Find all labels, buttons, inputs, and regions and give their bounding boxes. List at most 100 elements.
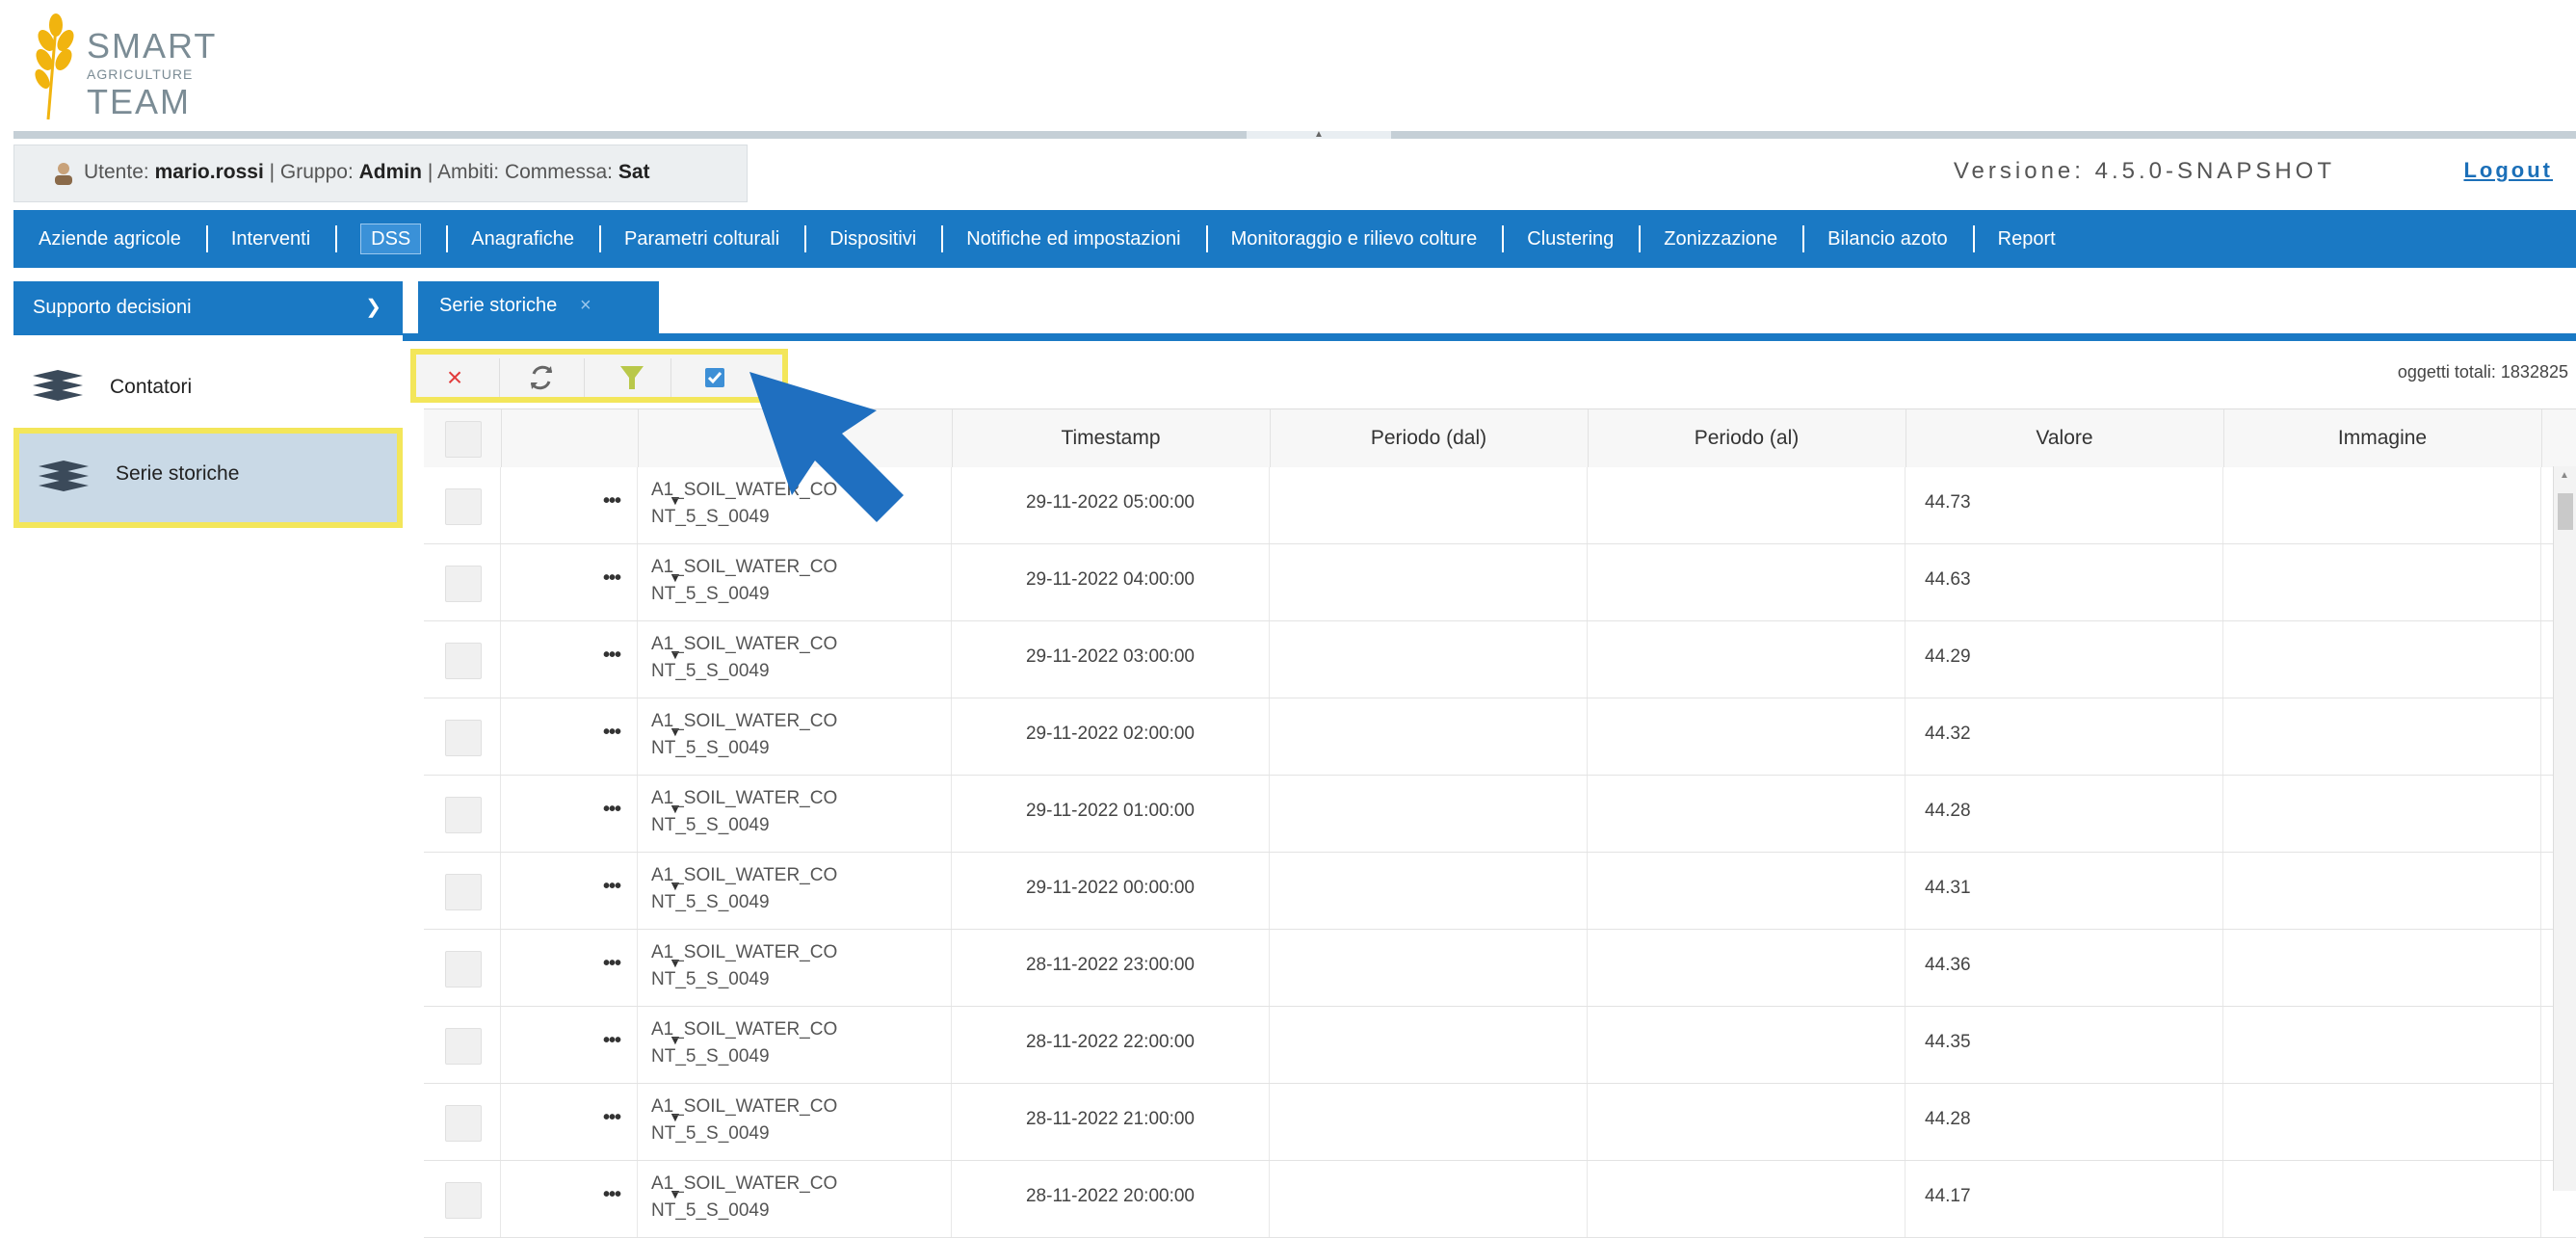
table-row[interactable]: ••• ▼ A1_SOIL_WATER_CONT_5_S_0049 28-11-202… — [424, 1161, 2576, 1238]
nav-notifiche[interactable]: Notifiche ed impostazioni — [941, 210, 1205, 268]
table-row[interactable]: ••• ▼ A1_SOIL_WATER_CONT_5_S_0049 28-11-202… — [424, 930, 2576, 1007]
vertical-scrollbar[interactable]: ▲ — [2553, 466, 2576, 1191]
row-checkbox[interactable] — [445, 1105, 482, 1142]
timestamp-text: 29-11-2022 00:00:00 — [1025, 878, 1196, 898]
row-checkbox[interactable] — [445, 797, 482, 833]
total-objects: oggetti totali: 1832825 — [2397, 362, 2568, 382]
user-icon — [55, 163, 72, 185]
more-actions-icon[interactable]: ••• — [603, 645, 621, 667]
nav-zonizzazione[interactable]: Zonizzazione — [1639, 210, 1802, 268]
nav-clustering[interactable]: Clustering — [1502, 210, 1639, 268]
row-checkbox[interactable] — [445, 720, 482, 756]
sidebar-header-label: Supporto decisioni — [33, 297, 192, 318]
cell-timestamp: 29-11-2022 05:00:00 — [952, 467, 1270, 543]
cell-periodo-dal — [1270, 698, 1588, 775]
nav-dss[interactable]: DSS — [335, 210, 446, 268]
checkbox-icon[interactable] — [696, 362, 734, 393]
header-periodo-al[interactable]: Periodo (al) — [1588, 409, 1906, 467]
cell-select — [424, 853, 501, 929]
timestamp-text: 29-11-2022 05:00:00 — [1025, 492, 1196, 513]
nav-interventi[interactable]: Interventi — [205, 210, 335, 268]
cell-code: A1_SOIL_WATER_CONT_5_S_0049 — [638, 930, 952, 1006]
sidebar-header[interactable]: Supporto decisioni ❯ — [13, 281, 403, 335]
sidebar-item-label: Serie storiche — [116, 462, 240, 485]
row-checkbox[interactable] — [445, 1028, 482, 1065]
logout-link[interactable]: Logout — [2463, 158, 2553, 183]
filter-icon[interactable] — [613, 362, 651, 393]
valore-text: 44.32 — [1925, 724, 1971, 744]
nav-parametri-colturali[interactable]: Parametri colturali — [599, 210, 804, 268]
cell-actions: ••• ▼ — [501, 621, 682, 698]
refresh-icon[interactable] — [522, 362, 561, 393]
row-checkbox[interactable] — [445, 874, 482, 910]
delete-icon[interactable]: × — [435, 362, 474, 393]
nav-bilancio-azoto[interactable]: Bilancio azoto — [1802, 210, 1973, 268]
header-valore[interactable]: Valore — [1906, 409, 2224, 467]
more-actions-icon[interactable]: ••• — [603, 1107, 621, 1129]
user-info-text: Utente: mario.rossi | Gruppo: Admin | Am… — [84, 161, 650, 184]
more-actions-icon[interactable]: ••• — [603, 1184, 621, 1206]
more-actions-icon[interactable]: ••• — [603, 490, 621, 513]
cell-periodo-al — [1588, 698, 1906, 775]
scroll-up-icon[interactable]: ▲ — [2560, 470, 2569, 481]
valore-text: 44.17 — [1925, 1186, 1971, 1206]
header-periodo-dal[interactable]: Periodo (dal) — [1270, 409, 1589, 467]
header-immagine[interactable]: Immagine — [2223, 409, 2542, 467]
close-icon[interactable]: × — [580, 295, 591, 317]
nav-report[interactable]: Report — [1972, 210, 2081, 268]
table-row[interactable]: ••• ▼ A1_SOIL_WATER_CONT_5_S_0049 28-11-202… — [424, 1007, 2576, 1084]
nav-dss-label: DSS — [360, 224, 422, 254]
cell-periodo-dal — [1270, 853, 1588, 929]
cell-periodo-al — [1588, 467, 1906, 543]
more-actions-icon[interactable]: ••• — [603, 722, 621, 744]
cell-valore: 44.63 — [1906, 544, 2223, 620]
timestamp-text: 28-11-2022 22:00:00 — [1025, 1032, 1196, 1052]
table-row[interactable]: ••• ▼ A1_SOIL_WATER_CONT_5_S_0049 29-11-202… — [424, 698, 2576, 776]
more-actions-icon[interactable]: ••• — [603, 953, 621, 975]
cell-select — [424, 467, 501, 543]
scroll-thumb[interactable] — [2558, 493, 2573, 530]
row-checkbox[interactable] — [445, 566, 482, 602]
row-checkbox[interactable] — [445, 1182, 482, 1219]
select-all-checkbox[interactable] — [445, 421, 482, 458]
cell-timestamp: 29-11-2022 02:00:00 — [952, 698, 1270, 775]
more-actions-icon[interactable]: ••• — [603, 1030, 621, 1052]
header-select-all[interactable] — [424, 409, 502, 467]
cell-select — [424, 776, 501, 852]
nav-dispositivi[interactable]: Dispositivi — [804, 210, 941, 268]
header-timestamp[interactable]: Timestamp — [952, 409, 1271, 467]
cell-valore: 44.36 — [1906, 930, 2223, 1006]
cell-timestamp: 29-11-2022 03:00:00 — [952, 621, 1270, 698]
more-actions-icon[interactable]: ••• — [603, 799, 621, 821]
cell-valore: 44.28 — [1906, 776, 2223, 852]
nav-anagrafiche[interactable]: Anagrafiche — [446, 210, 599, 268]
cell-valore: 44.17 — [1906, 1161, 2223, 1237]
version-label: Versione: 4.5.0-SNAPSHOT — [1953, 158, 2335, 184]
valore-text: 44.73 — [1925, 492, 1971, 513]
sidebar-item-contatori[interactable]: Contatori — [13, 343, 403, 430]
cell-select — [424, 621, 501, 698]
cell-timestamp: 29-11-2022 00:00:00 — [952, 853, 1270, 929]
nav-monitoraggio[interactable]: Monitoraggio e rilievo colture — [1205, 210, 1503, 268]
commessa-value: Sat — [618, 161, 650, 183]
table-row[interactable]: ••• ▼ A1_SOIL_WATER_CONT_5_S_0049 29-11-202… — [424, 776, 2576, 853]
tab-serie-storiche[interactable]: Serie storiche × — [418, 281, 659, 333]
row-checkbox[interactable] — [445, 643, 482, 679]
chevron-down-icon[interactable]: ❯ — [365, 295, 381, 319]
row-checkbox[interactable] — [445, 488, 482, 525]
cell-timestamp: 29-11-2022 04:00:00 — [952, 544, 1270, 620]
grid-toolbar: × — [410, 349, 788, 403]
cell-valore: 44.29 — [1906, 621, 2223, 698]
nav-aziende-agricole[interactable]: Aziende agricole — [13, 210, 206, 268]
sidebar-item-serie-storiche[interactable]: Serie storiche — [13, 428, 403, 528]
cell-actions: ••• ▼ — [501, 544, 682, 620]
row-checkbox[interactable] — [445, 951, 482, 988]
layers-icon — [33, 370, 83, 401]
table-row[interactable]: ••• ▼ A1_SOIL_WATER_CONT_5_S_0049 28-11-202… — [424, 1084, 2576, 1161]
splitter-grip[interactable]: ▲ — [1247, 129, 1391, 140]
table-row[interactable]: ••• ▼ A1_SOIL_WATER_CONT_5_S_0049 29-11-202… — [424, 621, 2576, 698]
table-row[interactable]: ••• ▼ A1_SOIL_WATER_CONT_5_S_0049 29-11-202… — [424, 853, 2576, 930]
more-actions-icon[interactable]: ••• — [603, 876, 621, 898]
more-actions-icon[interactable]: ••• — [603, 567, 621, 590]
layout-splitter[interactable]: ▲ — [13, 129, 2576, 140]
